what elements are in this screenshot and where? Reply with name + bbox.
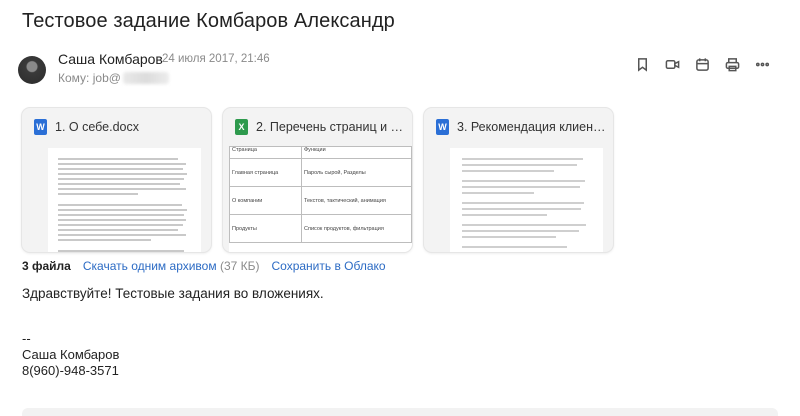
preview-cell: Продукты xyxy=(229,214,302,243)
attachment-count: 3 файла xyxy=(22,259,71,273)
word-file-icon: W xyxy=(34,119,47,135)
sender-name[interactable]: Саша Комбаров xyxy=(58,51,163,67)
save-to-cloud-link[interactable]: Сохранить в Облако xyxy=(272,259,386,273)
attachment-name: 2. Перечень страниц и фу… xyxy=(256,120,406,134)
print-icon[interactable] xyxy=(724,56,740,72)
signature-phone: 8(960)-948-3571 xyxy=(22,363,119,378)
download-all-link[interactable]: Скачать одним архивом xyxy=(83,259,217,273)
recipient-line: Кому: job@ xyxy=(58,71,169,85)
more-icon[interactable] xyxy=(754,56,770,72)
video-icon[interactable] xyxy=(664,56,680,72)
attachment-card[interactable]: W 3. Рекомендация клиенту…. xyxy=(424,108,613,252)
preview-header: Функции xyxy=(301,146,412,159)
attachment-card[interactable]: W 1. О себе.docx xyxy=(22,108,211,252)
word-file-icon: W xyxy=(436,119,449,135)
email-date: 24 июля 2017, 21:46 xyxy=(162,53,270,65)
to-label: Кому: xyxy=(58,71,90,85)
email-actions xyxy=(634,56,770,72)
attachments-list: W 1. О себе.docx X 2. Перечень страниц и… xyxy=(22,108,613,252)
attachment-preview xyxy=(450,148,603,252)
reply-box[interactable] xyxy=(22,408,778,416)
signature-separator: -- xyxy=(22,331,31,346)
preview-cell: Главная страница xyxy=(229,158,302,187)
calendar-icon[interactable] xyxy=(694,56,710,72)
preview-cell: О компании xyxy=(229,186,302,215)
email-body: Здравствуйте! Тестовые задания во вложен… xyxy=(22,286,324,301)
avatar[interactable] xyxy=(18,56,46,84)
preview-cell: Пароль сырой, Разделы xyxy=(301,158,412,187)
attachments-toolbar: 3 файла Скачать одним архивом (37 КБ) Со… xyxy=(22,259,386,273)
email-subject: Тестовое задание Комбаров Александр xyxy=(22,10,395,32)
attachment-preview xyxy=(48,148,201,252)
attachment-name: 1. О себе.docx xyxy=(55,120,140,134)
attachment-name: 3. Рекомендация клиенту…. xyxy=(457,120,607,134)
attachment-card[interactable]: X 2. Перечень страниц и фу… Страница Фун… xyxy=(223,108,412,252)
to-value[interactable]: job@ xyxy=(93,71,121,85)
redacted-address xyxy=(122,72,169,84)
bookmark-icon[interactable] xyxy=(634,56,650,72)
archive-size: (37 КБ) xyxy=(219,259,260,273)
preview-header: Страница xyxy=(229,146,302,159)
signature: -- Саша Комбаров 8(960)-948-3571 xyxy=(22,331,119,379)
preview-cell: Текстов, тактический, анимация xyxy=(301,186,412,215)
excel-file-icon: X xyxy=(235,119,248,135)
signature-name: Саша Комбаров xyxy=(22,347,120,362)
preview-cell: Список продуктов, фильтрация xyxy=(301,214,412,243)
attachment-preview: Страница Функции Главная страница Пароль… xyxy=(229,146,412,252)
